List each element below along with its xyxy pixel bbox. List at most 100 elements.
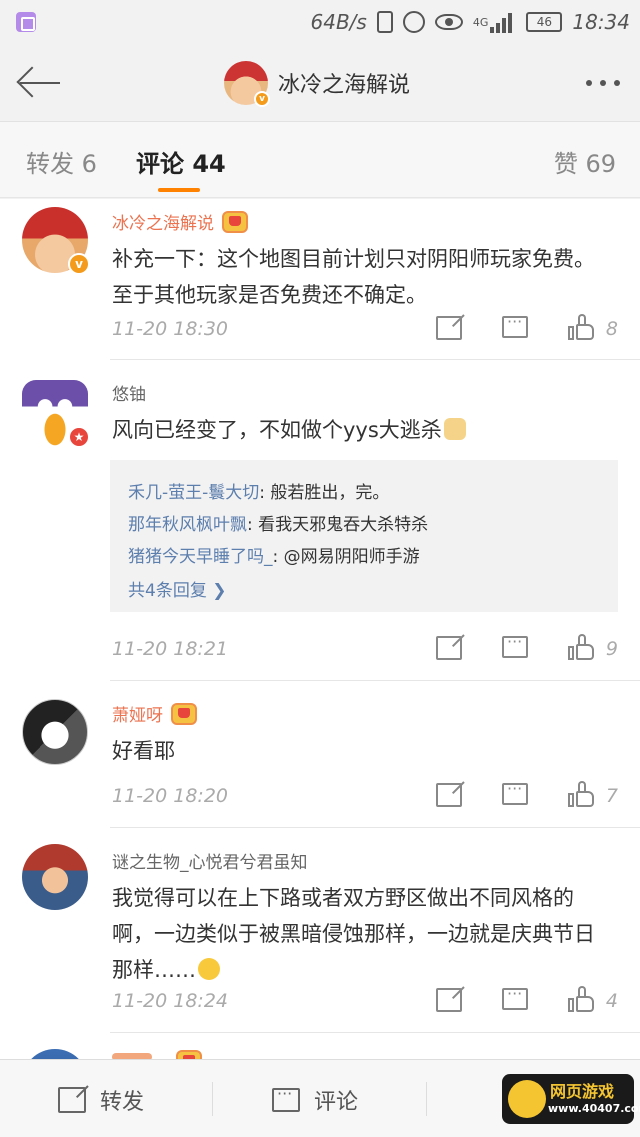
share-icon[interactable] — [436, 988, 462, 1012]
dog-emoji-icon — [443, 418, 466, 440]
active-tab-indicator — [158, 188, 200, 192]
status-bar: 64B/s 4G 46 18:34 — [0, 0, 640, 44]
network-speed: 64B/s — [310, 10, 367, 34]
reply-author[interactable]: 那年秋风枫叶飘 — [128, 515, 247, 535]
comment-author[interactable]: 萧娅呀 — [112, 701, 197, 726]
top-nav: v 冰冷之海解说 — [0, 44, 640, 122]
comment-list[interactable]: v 冰冷之海解说 补充一下：这个地图目前计划只对阴阳师玩家免费。至于其他玩家是否… — [0, 199, 640, 1059]
network-type: 4G — [472, 15, 489, 29]
comment-author[interactable]: 谜之生物_心悦君兮君虽知 — [112, 848, 308, 873]
like-count: 9 — [605, 638, 618, 660]
avatar[interactable]: v — [22, 207, 90, 275]
reply-icon[interactable] — [502, 779, 528, 805]
reply-item[interactable]: 猪猪今天早睡了吗_: @网易阴阳师手游 — [128, 542, 420, 567]
reply-icon[interactable] — [502, 312, 528, 338]
avatar[interactable] — [22, 699, 88, 765]
reply-text: : 般若胜出，完。 — [259, 483, 390, 503]
divider — [110, 680, 640, 681]
avatar[interactable] — [22, 1049, 88, 1059]
divider — [426, 1082, 427, 1116]
vibrate-icon — [376, 11, 393, 33]
comment-text: 风向已经变了，不如做个yys大逃杀 — [112, 412, 612, 448]
comment-text: 补充一下：这个地图目前计划只对阴阳师玩家免费。至于其他玩家是否免费还不确定。 — [112, 247, 595, 307]
battery-icon: 46 — [526, 12, 563, 32]
tab-bar: 转发 6 评论 44 赞 69 — [0, 122, 640, 198]
thumbs-up-icon[interactable] — [568, 986, 596, 1014]
smile-emoji-icon — [198, 958, 220, 980]
repost-button[interactable]: 转发 — [58, 1084, 144, 1116]
reply-preview-box[interactable]: 禾几-萤王-鬟大切: 般若胜出，完。 那年秋风枫叶飘: 看我天邪鬼吞大杀特杀 猪… — [110, 460, 618, 612]
signal-icon — [490, 11, 516, 33]
eye-icon — [434, 14, 463, 30]
divider — [110, 827, 640, 828]
bottom-action-bar: 转发 评论 网页游戏 www.40407.com — [0, 1059, 640, 1137]
comment-button[interactable]: 评论 — [272, 1084, 358, 1116]
crown-icon — [176, 1049, 202, 1059]
avatar[interactable] — [22, 844, 88, 910]
comment-author-name[interactable]: 悠铀 — [112, 380, 146, 405]
like-count: 7 — [605, 785, 618, 807]
tab-reposts[interactable]: 转发 6 — [26, 144, 97, 179]
comment-text: 我觉得可以在上下路或者双方野区做出不同风格的啊，一边类似于被黑暗侵蚀那样，一边就… — [112, 880, 612, 988]
site-watermark: 网页游戏 www.40407.com — [502, 1074, 640, 1124]
reply-icon[interactable] — [502, 984, 528, 1010]
share-icon[interactable] — [436, 636, 462, 660]
comment-footer: 11-20 18:20 7 — [112, 779, 620, 813]
comment-author-name[interactable]: 谜之生物_心悦君兮君虽知 — [112, 848, 308, 873]
comment-time: 11-20 18:20 — [112, 785, 229, 807]
comment-author[interactable]: 冰冷之海解说 — [112, 209, 248, 234]
like-count: 8 — [605, 318, 618, 340]
crown-icon — [222, 210, 248, 233]
verified-badge-icon: v — [68, 253, 90, 275]
repost-label: 转发 — [100, 1090, 145, 1115]
reply-text: : @网易阴阳师手游 — [272, 547, 420, 567]
share-icon — [58, 1087, 86, 1113]
comment-author[interactable]: 悠铀 — [112, 380, 146, 405]
comment-text: 好看耶 — [112, 739, 175, 763]
clock: 18:34 — [572, 10, 630, 34]
comment-time: 11-20 18:21 — [112, 638, 229, 660]
reply-author[interactable]: 猪猪今天早睡了吗_ — [128, 547, 273, 567]
comment-footer: 11-20 18:21 9 — [112, 632, 620, 666]
avatar[interactable]: v — [224, 61, 270, 107]
thumbs-up-icon[interactable] — [568, 781, 596, 809]
comment-label: 评论 — [314, 1090, 359, 1115]
avatar[interactable]: ★ — [22, 380, 90, 448]
view-all-replies-link[interactable]: 共4条回复 ❯ — [128, 576, 226, 601]
page-title: 冰冷之海解说 — [278, 73, 411, 98]
thumbs-up-icon[interactable] — [568, 314, 596, 342]
comment-text-content: 风向已经变了，不如做个yys大逃杀 — [112, 418, 442, 442]
comment-footer: 11-20 18:30 8 — [112, 312, 620, 346]
comment-author-name[interactable]: 冰冷之海解说 — [112, 209, 214, 234]
arrow-left-icon[interactable] — [18, 66, 62, 100]
more-dots-icon[interactable] — [586, 80, 620, 86]
reply-item[interactable]: 那年秋风枫叶飘: 看我天邪鬼吞大杀特杀 — [128, 510, 428, 535]
comment-footer: 11-20 18:24 4 — [112, 984, 620, 1018]
like-count: 4 — [605, 990, 618, 1012]
thumbs-up-icon[interactable] — [568, 634, 596, 662]
divider — [110, 359, 640, 360]
alarm-icon — [402, 11, 425, 33]
watermark-text: 网页游戏 — [550, 1082, 615, 1101]
verified-badge-icon: v — [254, 91, 270, 107]
status-icons: 64B/s 4G 46 18:34 — [311, 8, 631, 36]
member-badge-icon: ★ — [68, 426, 90, 448]
header-author[interactable]: v 冰冷之海解说 — [224, 58, 410, 108]
divider — [110, 1032, 640, 1033]
comment-time: 11-20 18:30 — [112, 318, 229, 340]
gallery-icon — [16, 12, 36, 32]
watermark-logo-icon — [508, 1080, 546, 1118]
tab-likes[interactable]: 赞 69 — [554, 144, 616, 179]
divider — [212, 1082, 213, 1116]
reply-author[interactable]: 禾几-萤王-鬟大切 — [128, 483, 259, 503]
comment-author-name[interactable]: 萧娅呀 — [112, 701, 163, 726]
comment-text-content: 我觉得可以在上下路或者双方野区做出不同风格的啊，一边类似于被黑暗侵蚀那样，一边就… — [112, 886, 595, 982]
reply-item[interactable]: 禾几-萤王-鬟大切: 般若胜出，完。 — [128, 478, 389, 503]
reply-icon[interactable] — [502, 632, 528, 658]
comment-time: 11-20 18:24 — [112, 990, 229, 1012]
watermark-url: www.40407.com — [548, 1102, 640, 1115]
crown-icon — [171, 702, 197, 725]
share-icon[interactable] — [436, 783, 462, 807]
tab-comments[interactable]: 评论 44 — [136, 144, 226, 179]
share-icon[interactable] — [436, 316, 462, 340]
